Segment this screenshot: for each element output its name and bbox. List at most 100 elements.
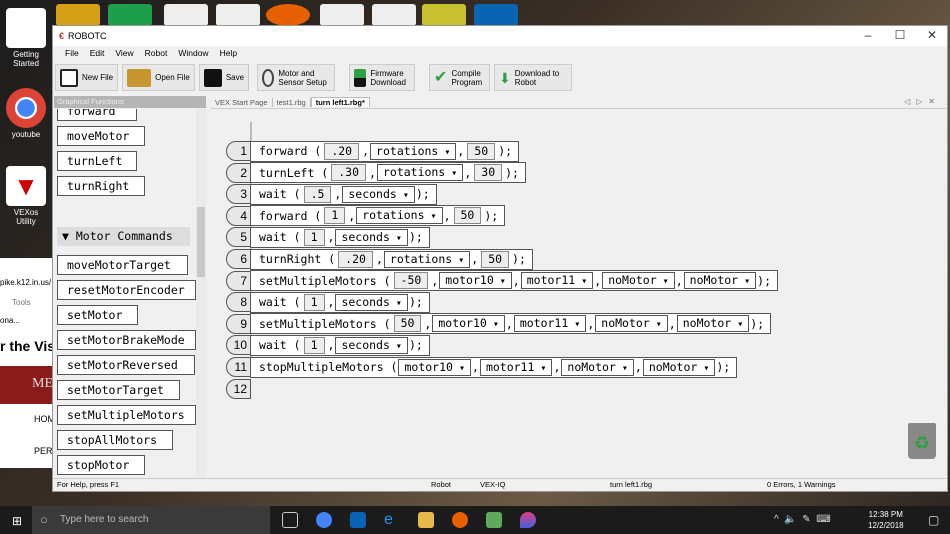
- parameter-dropdown[interactable]: rotations: [383, 250, 471, 268]
- file-icon[interactable]: [164, 4, 208, 26]
- maps-app-icon[interactable]: [108, 4, 152, 26]
- desktop-icon-vexos-utility[interactable]: ▼ VEXos Utility: [4, 166, 48, 226]
- parameter-field[interactable]: 1: [303, 293, 325, 311]
- statement-block[interactable]: wait (1,seconds);: [250, 291, 430, 313]
- statement-block[interactable]: setMultipleMotors (-50,motor10,motor11,n…: [250, 270, 779, 292]
- parameter-dropdown[interactable]: seconds: [335, 336, 408, 354]
- palette-scrollbar[interactable]: [196, 109, 206, 479]
- parameter-dropdown[interactable]: noMotor: [642, 358, 716, 376]
- menu-edit[interactable]: Edit: [90, 48, 105, 58]
- firefox-icon[interactable]: [266, 4, 310, 26]
- tab-test1[interactable]: test1.rbg: [273, 97, 311, 107]
- parameter-field[interactable]: 30: [474, 164, 503, 182]
- close-button[interactable]: ✕: [917, 28, 947, 42]
- statement-block[interactable]: setMultipleMotors (50,motor10,motor11,no…: [250, 313, 772, 335]
- nav-personnel[interactable]: PER: [34, 446, 53, 456]
- parameter-dropdown[interactable]: seconds: [335, 293, 408, 311]
- statement-block[interactable]: turnRight (.20,rotations,50);: [250, 248, 533, 270]
- tab-turn-left1[interactable]: turn left1.rbg*: [310, 97, 370, 107]
- favorite-link[interactable]: ona...: [0, 316, 20, 325]
- parameter-field[interactable]: .5: [303, 185, 332, 203]
- file-explorer-taskbar-icon[interactable]: [418, 512, 434, 528]
- palette-block-turnRight[interactable]: turnRight: [57, 176, 145, 196]
- palette-block-stopMotor[interactable]: stopMotor: [57, 455, 145, 475]
- parameter-dropdown[interactable]: rotations: [370, 142, 457, 160]
- tab-vex-start-page[interactable]: VEX Start Page: [211, 97, 273, 107]
- statement-block[interactable]: forward (.20,rotations,50);: [250, 140, 520, 162]
- download-to-robot-button[interactable]: ⬇ Download to Robot: [494, 64, 573, 91]
- parameter-dropdown[interactable]: seconds: [342, 185, 415, 203]
- parameter-dropdown[interactable]: motor10: [439, 272, 512, 290]
- parameter-dropdown[interactable]: noMotor: [595, 315, 668, 333]
- palette-block-stopAllMotors[interactable]: stopAllMotors: [57, 430, 174, 450]
- desktop-icon-getting-started[interactable]: Getting Started: [4, 8, 48, 68]
- statement-block[interactable]: wait (1,seconds);: [250, 334, 430, 356]
- open-file-button[interactable]: Open File: [122, 64, 195, 91]
- new-file-button[interactable]: New File: [55, 64, 119, 91]
- outlook-icon[interactable]: [474, 4, 518, 26]
- parameter-field[interactable]: 50: [467, 142, 496, 160]
- parameter-field[interactable]: 50: [481, 250, 510, 268]
- parameter-field[interactable]: .30: [331, 164, 367, 182]
- menu-tools[interactable]: Tools: [12, 298, 31, 307]
- robotc-taskbar-icon[interactable]: [486, 512, 502, 528]
- firefox-taskbar-icon[interactable]: [452, 512, 468, 528]
- parameter-dropdown[interactable]: motor10: [432, 315, 505, 333]
- desktop-icon-youtube[interactable]: youtube: [4, 88, 48, 139]
- parameter-dropdown[interactable]: motor11: [520, 272, 594, 290]
- tray-icons[interactable]: ^ 🔈 ✎ ⌨: [774, 514, 831, 525]
- palette-block-setMotorTarget[interactable]: setMotorTarget: [57, 380, 181, 400]
- parameter-field[interactable]: 1: [324, 207, 346, 225]
- outlook-taskbar-icon[interactable]: [350, 512, 366, 528]
- parameter-field[interactable]: 50: [393, 315, 422, 333]
- firmware-download-button[interactable]: Firmware Download: [349, 64, 416, 91]
- file-icon[interactable]: [372, 4, 416, 26]
- menu-view[interactable]: View: [115, 48, 133, 58]
- parameter-dropdown[interactable]: rotations: [356, 207, 443, 225]
- parameter-dropdown[interactable]: rotations: [376, 164, 464, 182]
- menu-help[interactable]: Help: [220, 48, 237, 58]
- parameter-field[interactable]: .20: [324, 142, 360, 160]
- parameter-dropdown[interactable]: motor10: [398, 358, 471, 376]
- menu-file[interactable]: File: [65, 48, 79, 58]
- taskbar-search[interactable]: ○ Type here to search: [32, 506, 270, 534]
- palette-block-moveMotorTarget[interactable]: moveMotorTarget: [57, 255, 188, 275]
- maximize-button[interactable]: ☐: [885, 28, 915, 42]
- palette-block-setMotorBrakeMode[interactable]: setMotorBrakeMode: [57, 330, 196, 350]
- parameter-dropdown[interactable]: noMotor: [683, 272, 757, 290]
- menu-robot[interactable]: Robot: [145, 48, 168, 58]
- statement-block[interactable]: turnLeft (.30,rotations,30);: [250, 162, 526, 184]
- ie-taskbar-icon[interactable]: e: [384, 512, 400, 528]
- parameter-dropdown[interactable]: seconds: [335, 228, 408, 246]
- maps-taskbar-icon[interactable]: [520, 512, 536, 528]
- palette-block-resetMotorEncoder[interactable]: resetMotorEncoder: [57, 280, 196, 300]
- parameter-field[interactable]: 50: [453, 207, 482, 225]
- parameter-field[interactable]: .20: [338, 250, 373, 268]
- parameter-dropdown[interactable]: motor11: [513, 315, 587, 333]
- motor-commands-section[interactable]: ▼ Motor Commands: [57, 227, 190, 246]
- file-icon[interactable]: [320, 4, 364, 26]
- notifications-icon[interactable]: ▢: [928, 513, 939, 527]
- statement-block[interactable]: forward (1,rotations,50);: [250, 205, 506, 227]
- statement-block[interactable]: wait (.5,seconds);: [250, 183, 437, 205]
- save-button[interactable]: Save: [198, 64, 250, 91]
- chrome-taskbar-icon[interactable]: [316, 512, 332, 528]
- parameter-dropdown[interactable]: noMotor: [676, 315, 750, 333]
- statement-block[interactable]: stopMultipleMotors (motor10,motor11,noMo…: [250, 356, 738, 378]
- tab-controls[interactable]: ◁▷✕: [904, 97, 941, 106]
- minimize-button[interactable]: –: [853, 28, 883, 42]
- desktop-app-icon[interactable]: [56, 4, 100, 26]
- url-bar[interactable]: pike.k12.in.us/: [0, 278, 51, 287]
- tool-icon[interactable]: [422, 4, 466, 26]
- file-icon[interactable]: [216, 4, 260, 26]
- palette-block-setMotor[interactable]: setMotor: [57, 305, 138, 325]
- menu-window[interactable]: Window: [178, 48, 208, 58]
- windows-start-icon[interactable]: ⊞: [12, 514, 22, 528]
- parameter-dropdown[interactable]: motor11: [479, 358, 553, 376]
- palette-block-setMotorReversed[interactable]: setMotorReversed: [57, 355, 195, 375]
- parameter-field[interactable]: 1: [303, 228, 325, 246]
- palette-block-turnLeft[interactable]: turnLeft: [57, 151, 137, 171]
- statement-block[interactable]: wait (1,seconds);: [250, 226, 430, 248]
- palette-scroll-thumb[interactable]: [197, 207, 205, 277]
- parameter-field[interactable]: 1: [303, 336, 325, 354]
